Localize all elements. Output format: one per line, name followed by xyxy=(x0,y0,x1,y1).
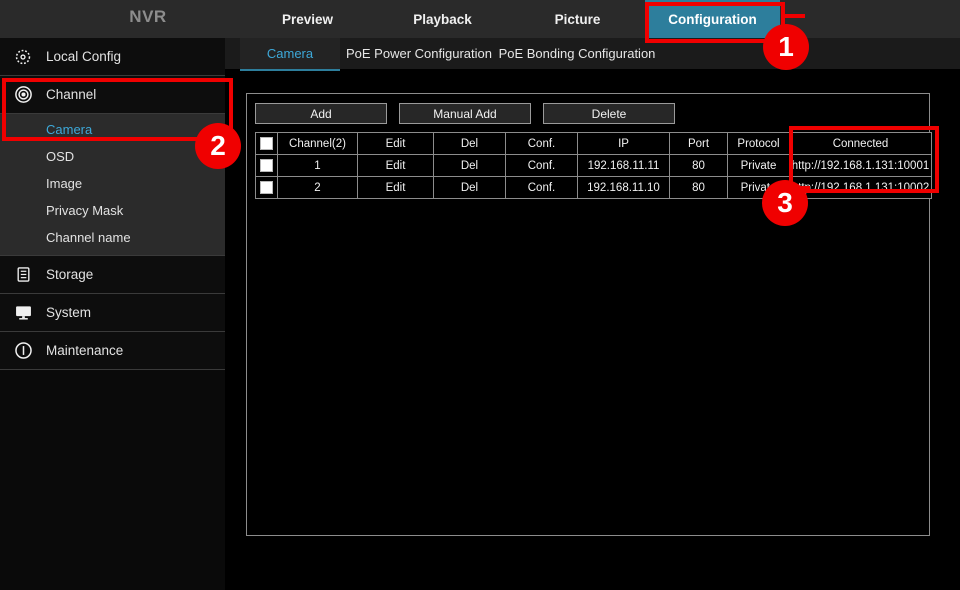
cell-channel: 1 xyxy=(278,155,358,177)
col-header-connected: Connected xyxy=(790,133,932,155)
cell-ip: 192.168.11.10 xyxy=(578,177,670,199)
gear-icon xyxy=(12,46,34,68)
sidebar-label-system: System xyxy=(46,305,91,320)
sidebar-item-image[interactable]: Image xyxy=(0,170,225,197)
content-area: Camera PoE Power Configuration PoE Bondi… xyxy=(225,38,960,538)
sidebar: Local Config Channel Camera OSD Image Pr… xyxy=(0,38,225,538)
table-row: 1 Edit Del Conf. 192.168.11.11 80 Privat… xyxy=(256,155,932,177)
tab-playback[interactable]: Playback xyxy=(375,0,510,38)
manual-add-button[interactable]: Manual Add xyxy=(399,103,531,124)
tab-preview[interactable]: Preview xyxy=(240,0,375,38)
target-icon xyxy=(12,84,34,106)
add-button[interactable]: Add xyxy=(255,103,387,124)
sidebar-item-privacy-mask[interactable]: Privacy Mask xyxy=(0,197,225,224)
cell-conf-link[interactable]: Conf. xyxy=(506,177,578,199)
cell-edit-link[interactable]: Edit xyxy=(358,155,434,177)
cell-port: 80 xyxy=(670,177,728,199)
sub-tab-bar: Camera PoE Power Configuration PoE Bondi… xyxy=(225,38,960,69)
cell-connected-url[interactable]: http://192.168.1.131:10002 xyxy=(790,177,932,199)
cell-channel: 2 xyxy=(278,177,358,199)
storage-icon xyxy=(12,264,34,286)
table-header-row: Channel(2) Edit Del Conf. IP Port Protoc… xyxy=(256,133,932,155)
col-header-del: Del xyxy=(434,133,506,155)
camera-panel: Add Manual Add Delete xyxy=(246,93,930,536)
row-checkbox[interactable] xyxy=(260,159,273,172)
sidebar-item-storage[interactable]: Storage xyxy=(0,256,225,294)
camera-table: Channel(2) Edit Del Conf. IP Port Protoc… xyxy=(255,132,932,199)
cell-connected-url[interactable]: http://192.168.1.131:10001 xyxy=(790,155,932,177)
col-header-edit: Edit xyxy=(358,133,434,155)
row-select-cell[interactable] xyxy=(256,155,278,177)
subtab-poe-power-configuration[interactable]: PoE Power Configuration xyxy=(343,38,495,69)
cell-del-link[interactable]: Del xyxy=(434,177,506,199)
cell-conf-link[interactable]: Conf. xyxy=(506,155,578,177)
sidebar-item-channel[interactable]: Channel xyxy=(0,76,225,114)
subtab-camera[interactable]: Camera xyxy=(240,38,340,71)
select-all-checkbox[interactable] xyxy=(260,137,273,150)
subtab-poe-bonding-configuration[interactable]: PoE Bonding Configuration xyxy=(497,38,657,69)
delete-button[interactable]: Delete xyxy=(543,103,675,124)
row-select-cell[interactable] xyxy=(256,177,278,199)
sidebar-filler xyxy=(0,370,225,590)
sidebar-item-maintenance[interactable]: Maintenance xyxy=(0,332,225,370)
info-icon xyxy=(12,340,34,362)
cell-del-link[interactable]: Del xyxy=(434,155,506,177)
col-header-channel: Channel(2) xyxy=(278,133,358,155)
monitor-icon xyxy=(12,302,34,324)
sidebar-label-maintenance: Maintenance xyxy=(46,343,123,358)
tab-configuration[interactable]: Configuration xyxy=(645,0,780,38)
col-header-protocol: Protocol xyxy=(728,133,790,155)
col-header-conf: Conf. xyxy=(506,133,578,155)
sidebar-label-channel: Channel xyxy=(46,87,96,102)
row-checkbox[interactable] xyxy=(260,181,273,194)
main-nav: Preview Playback Picture Configuration xyxy=(240,0,780,38)
sidebar-submenu-channel: Camera OSD Image Privacy Mask Channel na… xyxy=(0,114,225,256)
sidebar-label-local-config: Local Config xyxy=(46,49,121,64)
sidebar-item-camera[interactable]: Camera xyxy=(0,116,225,143)
cell-protocol: Private xyxy=(728,155,790,177)
sidebar-item-channel-name[interactable]: Channel name xyxy=(0,224,225,251)
select-all-header[interactable] xyxy=(256,133,278,155)
cell-port: 80 xyxy=(670,155,728,177)
app-brand: NVR xyxy=(88,7,208,27)
sidebar-item-local-config[interactable]: Local Config xyxy=(0,38,225,76)
sidebar-item-osd[interactable]: OSD xyxy=(0,143,225,170)
col-header-ip: IP xyxy=(578,133,670,155)
camera-toolbar: Add Manual Add Delete xyxy=(255,103,675,124)
table-row: 2 Edit Del Conf. 192.168.11.10 80 Privat… xyxy=(256,177,932,199)
cell-edit-link[interactable]: Edit xyxy=(358,177,434,199)
sidebar-item-system[interactable]: System xyxy=(0,294,225,332)
col-header-port: Port xyxy=(670,133,728,155)
sidebar-label-storage: Storage xyxy=(46,267,93,282)
cell-protocol: Private xyxy=(728,177,790,199)
cell-ip: 192.168.11.11 xyxy=(578,155,670,177)
nvr-web-client: NVR Preview Playback Picture Configurati… xyxy=(0,0,960,538)
tab-picture[interactable]: Picture xyxy=(510,0,645,38)
top-bar: NVR Preview Playback Picture Configurati… xyxy=(0,0,960,38)
